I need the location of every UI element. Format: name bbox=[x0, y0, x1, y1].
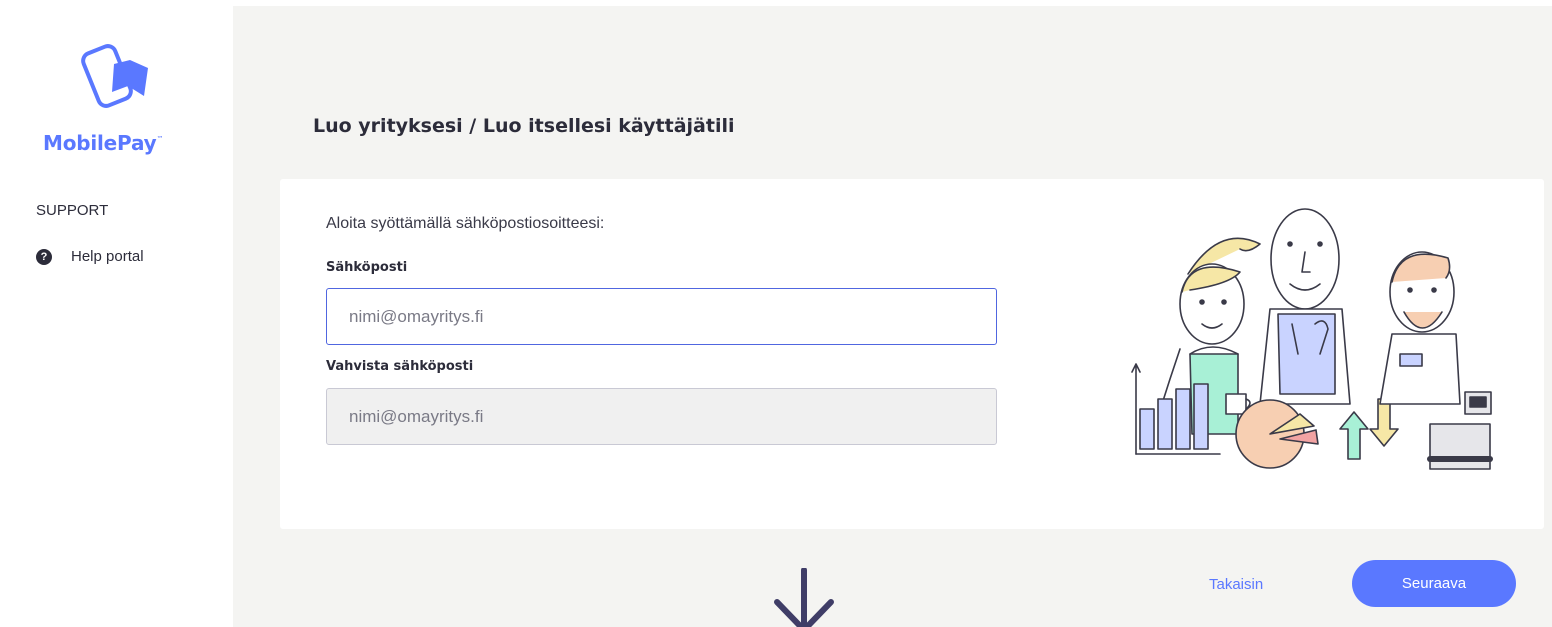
main-content: Luo yrityksesi / Luo itsellesi käyttäjät… bbox=[233, 6, 1552, 627]
form-intro: Aloita syöttämällä sähköpostiosoitteesi: bbox=[326, 215, 605, 232]
confirm-email-label: Vahvista sähköposti bbox=[326, 359, 474, 374]
arrow-down-icon bbox=[774, 568, 834, 627]
business-people-illustration bbox=[1131, 208, 1493, 470]
page-title: Luo yrityksesi / Luo itsellesi käyttäjät… bbox=[313, 115, 735, 137]
back-link[interactable]: Takaisin bbox=[1209, 576, 1263, 593]
question-circle-icon: ? bbox=[36, 248, 52, 265]
sidebar: MobilePay™ SUPPORT ? Help portal bbox=[0, 0, 233, 627]
next-button[interactable]: Seuraava bbox=[1352, 560, 1516, 607]
trademark: ™ bbox=[156, 135, 164, 143]
email-input[interactable] bbox=[326, 288, 997, 345]
brand-name: MobilePay™ bbox=[43, 131, 164, 155]
email-label: Sähköposti bbox=[326, 260, 408, 275]
support-heading: SUPPORT bbox=[36, 202, 109, 219]
sidebar-item-help-portal[interactable]: ? Help portal bbox=[36, 248, 144, 265]
mobilepay-logo-icon bbox=[81, 44, 148, 108]
sidebar-item-label: Help portal bbox=[71, 248, 144, 265]
signup-card: Aloita syöttämällä sähköpostiosoitteesi:… bbox=[280, 179, 1544, 529]
confirm-email-input[interactable] bbox=[326, 388, 997, 445]
